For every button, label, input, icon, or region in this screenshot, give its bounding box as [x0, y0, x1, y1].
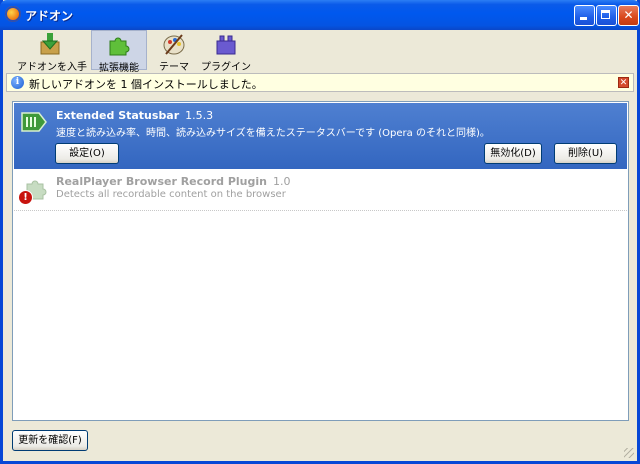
tab-plugins[interactable]: プラグイン	[201, 30, 251, 73]
settings-button[interactable]: 設定(O)	[55, 143, 119, 164]
addon-name: Extended Statusbar 1.5.3	[56, 109, 213, 122]
addon-item-selected[interactable]: Extended Statusbar 1.5.3 速度と読み込み率、時間、読み込み…	[14, 103, 627, 169]
info-icon: i	[11, 76, 24, 89]
find-updates-button[interactable]: 更新を確認(F)	[12, 430, 88, 451]
puzzle-piece-icon	[107, 33, 131, 57]
tab-label: 拡張機能	[99, 63, 139, 74]
tab-themes[interactable]: テーマ	[153, 30, 195, 73]
resize-grip[interactable]	[624, 448, 634, 458]
close-icon: ✕	[619, 78, 628, 88]
addon-list[interactable]: Extended Statusbar 1.5.3 速度と読み込み率、時間、読み込み…	[12, 101, 629, 421]
close-window-button[interactable]: ✕	[618, 5, 639, 26]
plugin-block-icon	[214, 32, 238, 56]
disable-button[interactable]: 無効化(D)	[484, 143, 542, 164]
tab-get-addons[interactable]: アドオンを入手	[17, 30, 87, 73]
tab-extensions[interactable]: 拡張機能	[91, 30, 147, 74]
extension-icon	[21, 111, 47, 133]
addons-window: アドオン ✕ アドオンを入手 拡張機能 テーマ プラグイン i 新しいアドオンを…	[0, 0, 640, 464]
notification-text: 新しいアドオンを 1 個インストールしました。	[29, 78, 263, 91]
close-icon: ✕	[623, 8, 634, 22]
maximize-button[interactable]	[596, 5, 617, 26]
addon-description: 速度と読み込み率、時間、読み込みサイズを備えたステータスバーです (Opera …	[56, 128, 490, 139]
error-icon: !	[18, 190, 33, 205]
tab-label: プラグイン	[201, 62, 251, 73]
uninstall-button[interactable]: 削除(U)	[554, 143, 617, 164]
minimize-button[interactable]	[574, 5, 595, 26]
addon-name-text: RealPlayer Browser Record Plugin	[56, 175, 267, 188]
title-bar[interactable]: アドオン ✕	[0, 0, 640, 30]
addon-description: Detects all recordable content on the br…	[56, 189, 286, 200]
tab-label: テーマ	[159, 62, 189, 73]
addon-version: 1.0	[273, 175, 291, 188]
addon-name: RealPlayer Browser Record Plugin 1.0	[56, 175, 291, 188]
addon-name-text: Extended Statusbar	[56, 109, 180, 122]
minimize-icon	[580, 17, 587, 20]
addon-version: 1.5.3	[185, 109, 214, 122]
window-title: アドオン	[25, 9, 74, 23]
notification-bar: i 新しいアドオンを 1 個インストールしました。 ✕	[6, 73, 634, 92]
firefox-icon	[5, 6, 21, 22]
close-notification-button[interactable]: ✕	[618, 77, 629, 88]
category-toolbar: アドオンを入手 拡張機能 テーマ プラグイン	[3, 30, 637, 74]
tab-label: アドオンを入手	[17, 62, 87, 73]
addon-item-disabled[interactable]: ! RealPlayer Browser Record Plugin 1.0 De…	[14, 170, 627, 211]
maximize-icon	[601, 10, 610, 19]
palette-icon	[162, 32, 186, 56]
download-puzzle-icon	[38, 32, 62, 56]
